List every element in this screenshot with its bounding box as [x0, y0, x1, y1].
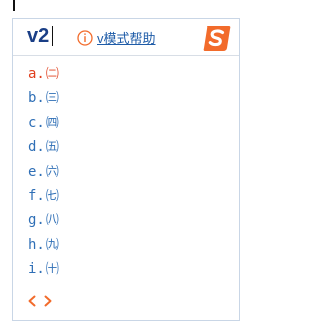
candidate-item[interactable]: e. ㈥ — [28, 160, 59, 184]
composition-text: v2 — [27, 25, 50, 47]
candidate-item[interactable]: b. ㈢ — [28, 86, 59, 110]
chevron-left-icon[interactable] — [27, 295, 37, 307]
info-circle-icon — [77, 29, 93, 46]
ime-header: v2 v模式帮助 — [13, 19, 239, 56]
composition-cursor — [52, 26, 53, 46]
candidate-item[interactable]: a. ㈡ — [28, 62, 59, 86]
candidate-char: ㈥ — [45, 164, 59, 180]
candidate-char: ㈦ — [45, 188, 59, 204]
candidate-char: ㈨ — [45, 237, 59, 253]
candidate-pager — [27, 295, 53, 307]
candidate-char: ㈢ — [45, 91, 59, 107]
candidate-char: ㈣ — [45, 115, 59, 131]
sogou-s-logo-icon[interactable] — [202, 23, 232, 53]
candidate-key: g. — [28, 212, 45, 229]
candidate-key: h. — [28, 236, 45, 253]
candidate-key: a. — [28, 66, 45, 82]
candidate-item[interactable]: d. ㈤ — [28, 135, 59, 159]
candidate-char: ㈩ — [45, 262, 59, 278]
chevron-right-icon[interactable] — [43, 295, 53, 307]
candidate-char: ㈧ — [45, 213, 59, 229]
candidate-key: e. — [28, 163, 45, 180]
candidate-item[interactable]: c. ㈣ — [28, 111, 59, 135]
candidate-key: c. — [28, 114, 45, 131]
candidate-item[interactable]: h. ㈨ — [28, 233, 59, 257]
candidate-item[interactable]: g. ㈧ — [28, 208, 59, 232]
ime-candidate-window: v2 v模式帮助 a. ㈡ b. ㈢ c. ㈣ d. ㈤ e. ㈥ f. ㈦ g… — [12, 18, 240, 321]
candidate-key: i. — [28, 261, 45, 278]
candidate-key: f. — [28, 187, 45, 204]
candidate-item[interactable]: f. ㈦ — [28, 184, 59, 208]
candidate-char: ㈤ — [45, 140, 59, 156]
candidate-key: b. — [28, 90, 45, 107]
v-mode-help-link[interactable]: v模式帮助 — [77, 28, 156, 47]
candidate-key: d. — [28, 139, 45, 156]
candidate-char: ㈡ — [45, 67, 59, 82]
candidate-list: a. ㈡ b. ㈢ c. ㈣ d. ㈤ e. ㈥ f. ㈦ g. ㈧ h. ㈨ — [28, 62, 59, 282]
help-link-label: v模式帮助 — [97, 31, 156, 46]
text-caret — [13, 0, 15, 11]
candidate-item[interactable]: i. ㈩ — [28, 257, 59, 281]
